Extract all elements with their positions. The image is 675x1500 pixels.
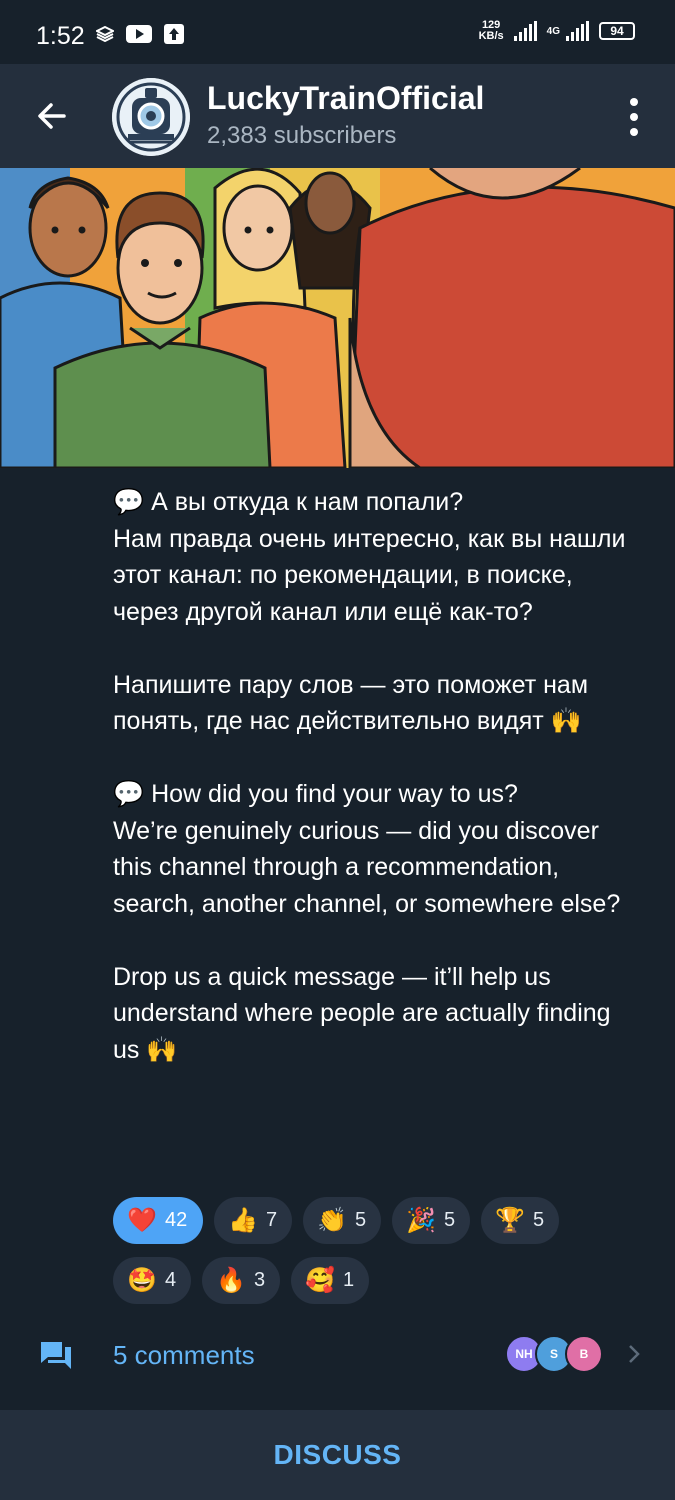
comments-count-label[interactable]: 5 comments bbox=[113, 1340, 255, 1371]
status-time: 1:52 bbox=[36, 22, 85, 50]
raised-hands-icon: 🙌 bbox=[146, 1034, 178, 1064]
network-type: 4G bbox=[546, 25, 560, 37]
channel-header: LuckyTrainOfficial 2,383 subscribers bbox=[0, 64, 675, 168]
star-struck-icon: 🤩 bbox=[127, 1267, 157, 1294]
signal-icon bbox=[513, 21, 537, 41]
comments-row[interactable]: 5 comments NH S B bbox=[0, 1330, 675, 1380]
reaction-count: 3 bbox=[254, 1269, 266, 1291]
subscriber-count: 2,383 subscribers bbox=[207, 122, 397, 149]
layers-icon bbox=[96, 26, 114, 42]
post-ru-body: Нам правда очень интересно, как вы нашли… bbox=[113, 524, 626, 626]
reaction-party[interactable]: 🎉 5 bbox=[392, 1197, 470, 1244]
network-speed-unit: KB/s bbox=[478, 30, 504, 42]
reaction-count: 4 bbox=[165, 1269, 177, 1291]
reaction-heart[interactable]: ❤️ 42 bbox=[113, 1197, 203, 1244]
discuss-bar: DISCUSS bbox=[0, 1410, 675, 1500]
smiling-hearts-icon: 🥰 bbox=[305, 1267, 335, 1294]
commenter-avatars: NH S B bbox=[505, 1335, 615, 1373]
reaction-count: 5 bbox=[355, 1209, 367, 1231]
reaction-count: 7 bbox=[266, 1209, 278, 1231]
post-en-paragraph2: Drop us a quick message — it’ll help us … bbox=[113, 962, 611, 1064]
status-notification-icons bbox=[96, 24, 184, 44]
reactions-bar: ❤️ 42 👍 7 👏 5 🎉 5 🏆 5 🤩 4 🔥 3 🥰 1 bbox=[113, 1197, 593, 1304]
youtube-icon bbox=[126, 25, 152, 43]
more-menu-icon[interactable] bbox=[629, 98, 639, 136]
post-image[interactable] bbox=[0, 168, 675, 468]
crowd-illustration bbox=[0, 168, 675, 468]
reaction-clap[interactable]: 👏 5 bbox=[303, 1197, 381, 1244]
raised-hands-icon: 🙌 bbox=[550, 706, 582, 735]
post-en-heading: How did you find your way to us? bbox=[144, 780, 518, 808]
heart-icon: ❤️ bbox=[127, 1207, 157, 1234]
upload-icon bbox=[164, 24, 184, 44]
post-en-body: We’re genuinely curious — did you discov… bbox=[113, 816, 621, 918]
post-text: 💬 А вы откуда к нам попали? Нам правда о… bbox=[113, 484, 633, 1068]
reaction-count: 1 bbox=[343, 1269, 355, 1291]
trophy-icon: 🏆 bbox=[495, 1207, 525, 1234]
reaction-thumbs-up[interactable]: 👍 7 bbox=[214, 1197, 292, 1244]
reaction-star-struck[interactable]: 🤩 4 bbox=[113, 1257, 191, 1304]
signal-icon-2 bbox=[566, 21, 589, 41]
chevron-right-icon bbox=[629, 1345, 640, 1363]
thumbs-up-icon: 👍 bbox=[228, 1207, 258, 1234]
speech-bubble-icon: 💬 bbox=[113, 487, 145, 516]
clap-icon: 👏 bbox=[317, 1207, 347, 1234]
party-popper-icon: 🎉 bbox=[406, 1207, 436, 1234]
reaction-count: 5 bbox=[533, 1209, 545, 1231]
battery-icon: 94 bbox=[599, 22, 635, 40]
comments-icon bbox=[41, 1342, 71, 1369]
post-ru-paragraph2: Напишите пару слов — это поможет нам пон… bbox=[113, 670, 589, 736]
reaction-count: 42 bbox=[165, 1209, 188, 1231]
fire-icon: 🔥 bbox=[216, 1267, 246, 1294]
reaction-count: 5 bbox=[444, 1209, 456, 1231]
avatar: B bbox=[565, 1335, 603, 1373]
train-logo-icon bbox=[112, 78, 190, 156]
reaction-smiling-hearts[interactable]: 🥰 1 bbox=[291, 1257, 369, 1304]
reaction-fire[interactable]: 🔥 3 bbox=[202, 1257, 280, 1304]
back-arrow-icon[interactable] bbox=[34, 98, 70, 134]
channel-title: LuckyTrainOfficial bbox=[207, 80, 485, 116]
reaction-trophy[interactable]: 🏆 5 bbox=[481, 1197, 559, 1244]
channel-avatar[interactable] bbox=[112, 78, 190, 156]
post-ru-heading: А вы откуда к нам попали? bbox=[144, 488, 464, 516]
speech-bubble-icon: 💬 bbox=[113, 779, 145, 808]
discuss-button[interactable]: DISCUSS bbox=[274, 1439, 402, 1471]
status-bar: 1:52 129 KB/s 4G 94 bbox=[0, 0, 675, 64]
status-right-icons: 129 KB/s 4G 94 bbox=[479, 20, 635, 42]
